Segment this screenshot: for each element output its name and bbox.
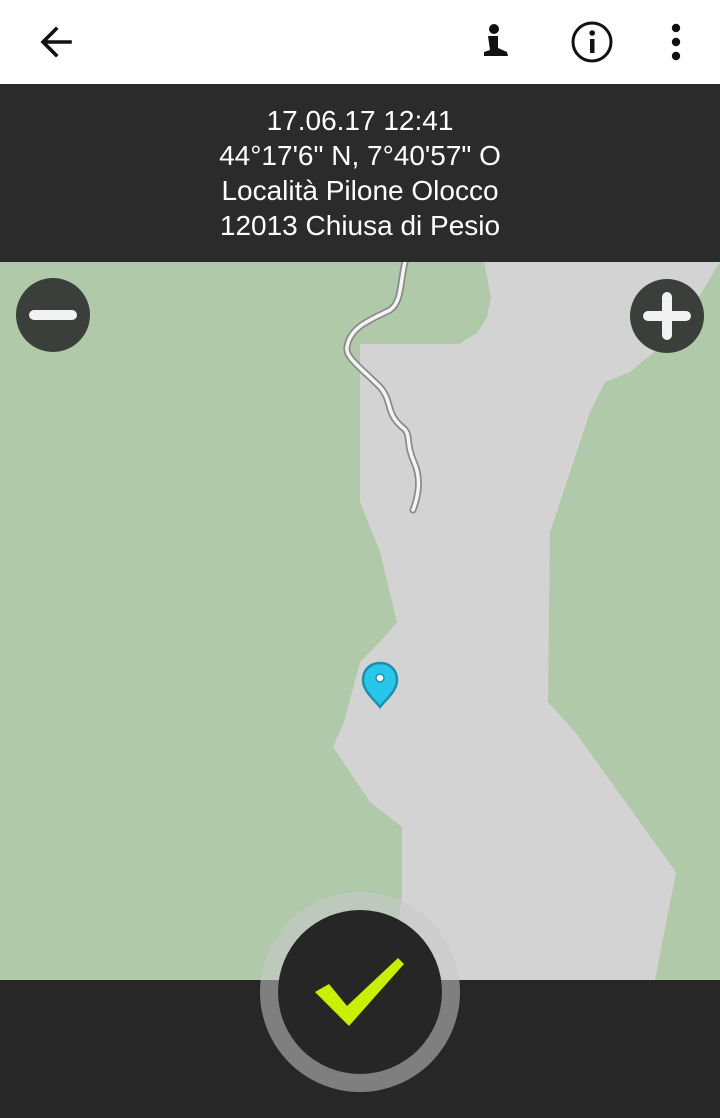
overflow-menu-button[interactable] <box>640 0 712 84</box>
map-terrain <box>333 262 720 980</box>
coordinates-text: 44°17'6" N, 7°40'57" O <box>219 140 501 171</box>
back-button[interactable] <box>20 0 92 84</box>
info-icon <box>571 21 613 63</box>
info-button[interactable] <box>556 0 628 84</box>
map-view[interactable] <box>0 262 720 980</box>
zoom-out-button[interactable] <box>16 278 90 352</box>
app-bar <box>0 0 720 84</box>
location-info-panel: 17.06.17 12:41 44°17'6" N, 7°40'57" O Lo… <box>0 84 720 262</box>
locality-text: Località Pilone Olocco <box>221 175 499 206</box>
hiker-icon <box>484 24 508 56</box>
postal-city-text: 12013 Chiusa di Pesio <box>219 210 501 241</box>
confirm-button[interactable] <box>278 910 442 1074</box>
datetime-text: 17.06.17 12:41 <box>266 105 454 136</box>
plus-icon <box>643 292 691 340</box>
location-pin-icon[interactable] <box>360 660 400 710</box>
more-vert-icon <box>671 23 681 61</box>
profile-button[interactable] <box>458 0 530 84</box>
check-icon <box>315 958 404 1026</box>
zoom-in-button[interactable] <box>630 279 704 353</box>
arrow-back-icon <box>40 26 72 58</box>
minus-icon <box>29 310 77 320</box>
clearing-area <box>333 262 720 980</box>
